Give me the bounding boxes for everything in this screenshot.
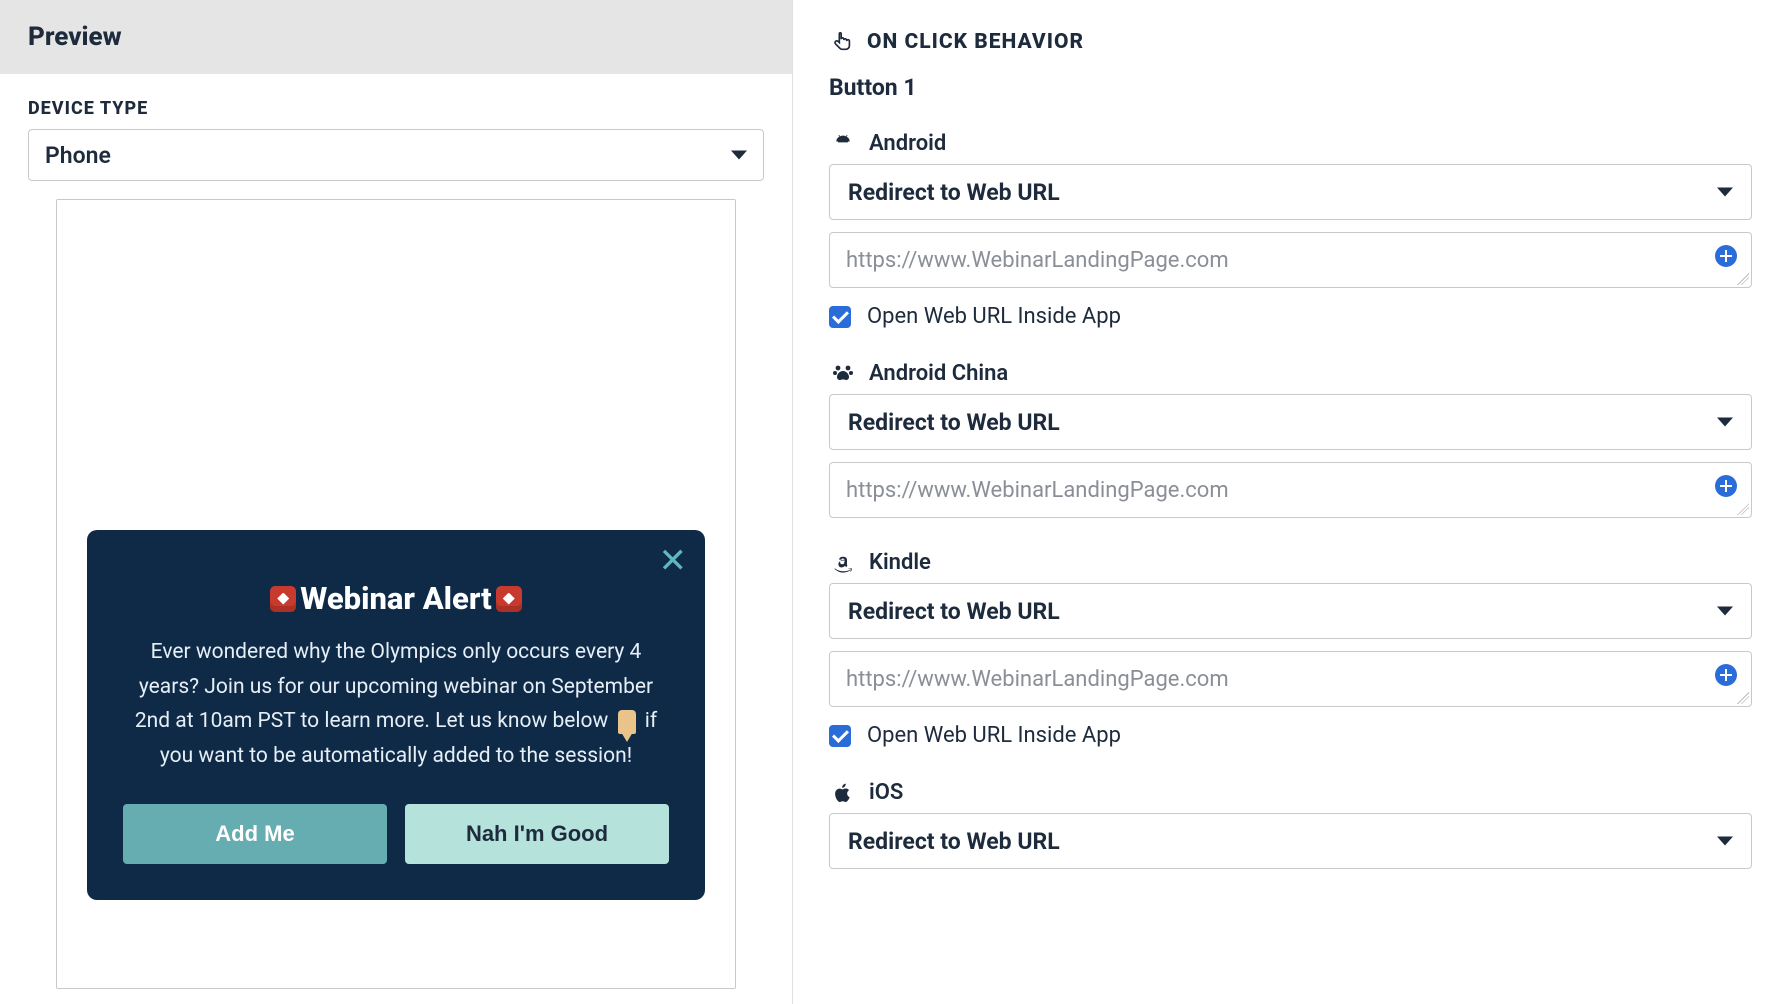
android-icon <box>829 132 857 156</box>
select-value: Redirect to Web URL <box>848 179 1060 206</box>
android-open-inside-checkbox[interactable] <box>829 306 851 328</box>
kindle-url-input[interactable]: https://www.WebinarLandingPage.com <box>829 651 1752 707</box>
plus-circle-icon[interactable] <box>1715 245 1737 267</box>
url-text: https://www.WebinarLandingPage.com <box>846 667 1703 692</box>
platform-kindle: Kindle Redirect to Web URL https://www.W… <box>829 550 1752 748</box>
pointer-icon <box>829 30 857 54</box>
modal-body: Ever wondered why the Olympics only occu… <box>123 635 669 774</box>
select-value: Redirect to Web URL <box>848 828 1060 855</box>
section-title: ON CLICK BEHAVIOR <box>867 30 1084 54</box>
preview-modal: ✕ Webinar Alert Ever wondered why the Ol… <box>87 530 705 900</box>
add-me-button[interactable]: Add Me <box>123 804 387 864</box>
chevron-down-icon <box>1717 418 1733 427</box>
preview-pane: Preview DEVICE TYPE Phone ✕ Webinar Aler… <box>0 0 793 1004</box>
resize-handle-icon[interactable] <box>1737 273 1749 285</box>
kindle-open-inside-checkbox[interactable] <box>829 725 851 747</box>
platform-android: Android Redirect to Web URL https://www.… <box>829 131 1752 329</box>
modal-body-text-before: Ever wondered why the Olympics only occu… <box>135 640 653 733</box>
android-action-select[interactable]: Redirect to Web URL <box>829 164 1752 220</box>
nah-im-good-button[interactable]: Nah I'm Good <box>405 804 669 864</box>
android-china-action-select[interactable]: Redirect to Web URL <box>829 394 1752 450</box>
chevron-down-icon <box>731 151 747 160</box>
close-icon[interactable]: ✕ <box>659 544 688 578</box>
android-china-url-input[interactable]: https://www.WebinarLandingPage.com <box>829 462 1752 518</box>
resize-handle-icon[interactable] <box>1737 692 1749 704</box>
checkbox-label: Open Web URL Inside App <box>867 723 1121 748</box>
device-type-value: Phone <box>45 142 111 169</box>
platform-name: Kindle <box>869 550 931 575</box>
platform-name: Android <box>869 131 946 156</box>
paw-icon <box>829 362 857 386</box>
apple-icon <box>829 781 857 805</box>
resize-handle-icon[interactable] <box>1737 503 1749 515</box>
siren-icon <box>270 586 296 612</box>
chevron-down-icon <box>1717 188 1733 197</box>
behavior-pane: ON CLICK BEHAVIOR Button 1 Android Redir… <box>793 0 1788 1004</box>
platform-name: Android China <box>869 361 1008 386</box>
preview-header: Preview <box>0 0 792 74</box>
device-type-label: DEVICE TYPE <box>28 98 764 119</box>
siren-icon <box>496 586 522 612</box>
select-value: Redirect to Web URL <box>848 598 1060 625</box>
url-text: https://www.WebinarLandingPage.com <box>846 248 1703 273</box>
chevron-down-icon <box>1717 837 1733 846</box>
button-heading: Button 1 <box>829 74 1752 101</box>
preview-canvas: ✕ Webinar Alert Ever wondered why the Ol… <box>56 199 736 989</box>
ios-action-select[interactable]: Redirect to Web URL <box>829 813 1752 869</box>
url-text: https://www.WebinarLandingPage.com <box>846 478 1703 503</box>
platform-name: iOS <box>869 780 903 805</box>
amazon-icon <box>829 551 857 575</box>
kindle-action-select[interactable]: Redirect to Web URL <box>829 583 1752 639</box>
platform-android-china: Android China Redirect to Web URL https:… <box>829 361 1752 518</box>
checkbox-label: Open Web URL Inside App <box>867 304 1121 329</box>
modal-title: Webinar Alert <box>123 580 669 617</box>
preview-title: Preview <box>28 22 764 52</box>
plus-circle-icon[interactable] <box>1715 475 1737 497</box>
device-type-select[interactable]: Phone <box>28 129 764 181</box>
modal-title-text: Webinar Alert <box>300 580 491 617</box>
chevron-down-icon <box>1717 607 1733 616</box>
android-url-input[interactable]: https://www.WebinarLandingPage.com <box>829 232 1752 288</box>
point-down-icon <box>618 710 636 734</box>
platform-ios: iOS Redirect to Web URL <box>829 780 1752 869</box>
plus-circle-icon[interactable] <box>1715 664 1737 686</box>
select-value: Redirect to Web URL <box>848 409 1060 436</box>
